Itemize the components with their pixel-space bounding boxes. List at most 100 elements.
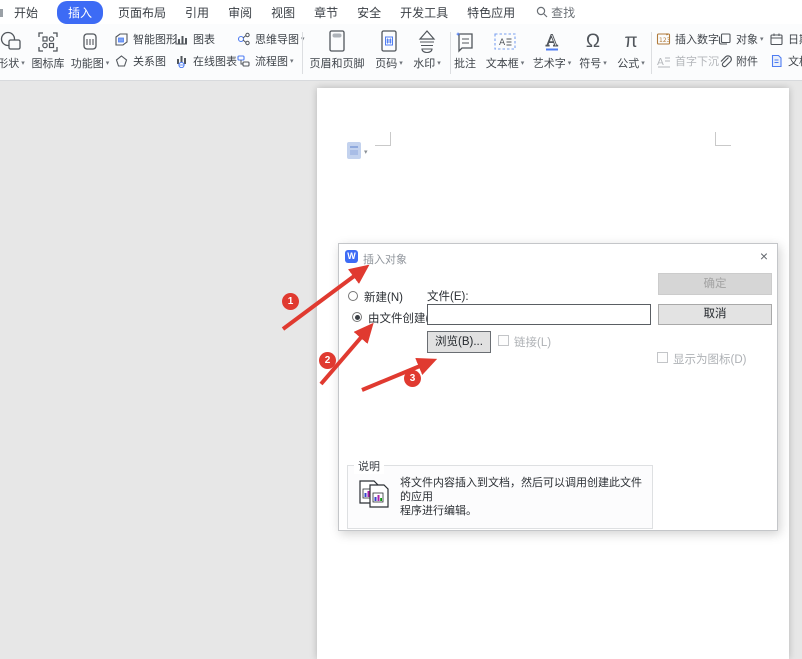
file-field-label: 文件(E): — [427, 291, 469, 303]
description-line1: 将文件内容插入到文档，然后可以调用创建此文件的应用 — [400, 477, 642, 503]
find-label: 查找 — [551, 5, 576, 20]
mind-map-button[interactable]: 思维导图▾ — [236, 28, 305, 50]
word-art-icon: A — [545, 31, 558, 51]
svg-text:123: 123 — [659, 37, 671, 44]
tab-insert[interactable]: 插入 — [57, 0, 104, 24]
header-footer-button[interactable]: 页眉和页脚 — [306, 27, 368, 77]
insert-number-icon: 123 — [656, 33, 671, 45]
insert-number-button[interactable]: 123 插入数字 — [656, 28, 719, 50]
tab-section[interactable]: 章节 — [314, 4, 338, 21]
header-footer-label: 页眉和页脚 — [309, 58, 365, 70]
formula-button[interactable]: π 公式 ▾ — [612, 27, 650, 77]
comment-icon — [455, 32, 473, 53]
watermark-button[interactable]: 水印 ▾ — [406, 27, 448, 77]
chart-icon — [175, 34, 187, 45]
embedded-object-placeholder-icon[interactable] — [347, 142, 361, 159]
attachment-label: 附件 — [736, 56, 758, 68]
cancel-button[interactable]: 取消 — [658, 304, 772, 325]
object-button[interactable]: 对象 ▾ — [717, 28, 764, 50]
chevron-down-icon: ▾ — [290, 58, 294, 65]
chevron-down-icon: ▾ — [520, 60, 525, 67]
dialog-title-bar[interactable]: W 插入对象 × — [339, 244, 777, 270]
text-box-button[interactable]: A 文本框 ▾ — [482, 27, 528, 77]
word-art-button[interactable]: A 艺术字 ▾ — [530, 27, 574, 77]
formula-label: 公式 — [617, 58, 640, 70]
radio-create-new[interactable] — [348, 291, 358, 301]
icon-library-label: 图标库 — [31, 58, 65, 70]
mind-map-label: 思维导图 — [255, 34, 299, 46]
annotation-step-2: 2 — [319, 352, 336, 369]
tab-references[interactable]: 引用 — [185, 4, 209, 21]
margin-corner-mark — [375, 132, 391, 146]
flowchart-label: 流程图 — [255, 56, 288, 68]
find-button[interactable]: 查找 — [536, 4, 575, 21]
radio-create-from-file[interactable] — [352, 312, 362, 322]
link-checkbox-label[interactable]: 链接(L) — [514, 334, 551, 350]
object-label: 对象 — [736, 34, 758, 46]
page-number-label: 页码 — [375, 58, 398, 70]
text-box-icon: A — [494, 33, 516, 50]
shapes-label: 形状 — [0, 58, 20, 70]
app-window: 开始 插入 页面布局 引用 审阅 视图 章节 安全 开发工具 特色应用 查找 形… — [0, 0, 802, 659]
attachment-button[interactable]: 附件 — [717, 50, 764, 72]
calendar-icon — [770, 33, 783, 46]
annotation-step-1: 1 — [282, 293, 299, 310]
margin-corner-mark — [715, 132, 731, 146]
pi-icon: π — [624, 31, 638, 52]
ribbon-separator — [651, 32, 652, 74]
chevron-down-icon[interactable]: ▾ — [364, 148, 368, 156]
function-diagram-button[interactable]: 功能图 ▾ — [68, 27, 112, 77]
svg-text:A: A — [657, 57, 664, 68]
relation-diagram-label: 关系图 — [133, 56, 166, 68]
close-icon[interactable]: × — [760, 249, 768, 263]
ribbon-separator — [302, 32, 303, 74]
chevron-down-icon: ▾ — [105, 60, 110, 67]
relation-diagram-button[interactable]: 关系图 — [114, 50, 177, 72]
smart-art-button[interactable]: 智能图形 — [114, 28, 177, 50]
chart-button[interactable]: 图表 — [174, 28, 237, 50]
flowchart-button[interactable]: 流程图 ▾ — [236, 50, 305, 72]
page-number-button[interactable]: 页码 ▾ — [368, 27, 410, 77]
link-checkbox[interactable] — [498, 335, 509, 346]
description-group-box: 说明 将文件内容插入到文档，然后可以调用创建此文件的应用 程序进行编辑。 — [347, 458, 653, 529]
display-as-icon-checkbox[interactable] — [657, 352, 668, 363]
word-art-label: 艺术字 — [532, 58, 566, 70]
omega-icon: Ω — [585, 31, 601, 52]
svg-text:A: A — [499, 38, 506, 48]
flowchart-icon — [237, 55, 250, 67]
radio-create-new-label[interactable]: 新建(N) — [364, 289, 403, 305]
tab-special-apps[interactable]: 特色应用 — [467, 4, 515, 21]
ok-button[interactable]: 确定 — [658, 273, 772, 295]
wps-writer-logo: W — [345, 250, 358, 263]
symbol-button[interactable]: Ω 符号 ▾ — [574, 27, 612, 77]
tab-developer[interactable]: 开发工具 — [400, 4, 448, 21]
ribbon-toolbar: 形状 ▾ 图标库 功能图 ▾ 智能图形 关系图 图表 在线图表 思维导图 流程图… — [0, 24, 802, 81]
chevron-down-icon: ▾ — [641, 60, 645, 67]
doc-part-button[interactable]: 文档 — [769, 50, 802, 72]
tab-review[interactable]: 审阅 — [228, 4, 252, 21]
display-as-icon-label[interactable]: 显示为图标(D) — [673, 351, 746, 367]
smart-art-label: 智能图形 — [133, 34, 177, 46]
drop-cap-button[interactable]: A 首字下沉 — [656, 50, 719, 72]
tab-view[interactable]: 视图 — [271, 4, 295, 21]
dialog-title: 插入对象 — [363, 254, 407, 266]
text-box-label: 文本框 — [485, 58, 519, 70]
tab-security[interactable]: 安全 — [357, 4, 381, 21]
file-path-input[interactable] — [427, 304, 651, 325]
ribbon-tab-bar: 开始 插入 页面布局 引用 审阅 视图 章节 安全 开发工具 特色应用 查找 — [0, 0, 802, 24]
header-footer-icon — [329, 30, 345, 52]
embedded-file-preview-icon — [357, 477, 391, 516]
online-chart-button[interactable]: 在线图表 — [174, 50, 237, 72]
drop-cap-label: 首字下沉 — [675, 56, 719, 68]
relation-diagram-icon — [115, 55, 128, 67]
annotation-step-3: 3 — [404, 370, 421, 387]
comment-button[interactable]: 批注 — [450, 27, 480, 77]
date-button[interactable]: 日期 — [769, 28, 802, 50]
tab-home[interactable]: 开始 — [14, 4, 38, 21]
chevron-down-icon: ▾ — [760, 36, 764, 43]
tab-page-layout[interactable]: 页面布局 — [118, 4, 166, 21]
browse-button[interactable]: 浏览(B)... — [427, 331, 491, 353]
online-chart-label: 在线图表 — [193, 56, 237, 68]
clipped-glyph — [0, 9, 3, 17]
icon-library-button[interactable]: 图标库 — [28, 27, 68, 77]
